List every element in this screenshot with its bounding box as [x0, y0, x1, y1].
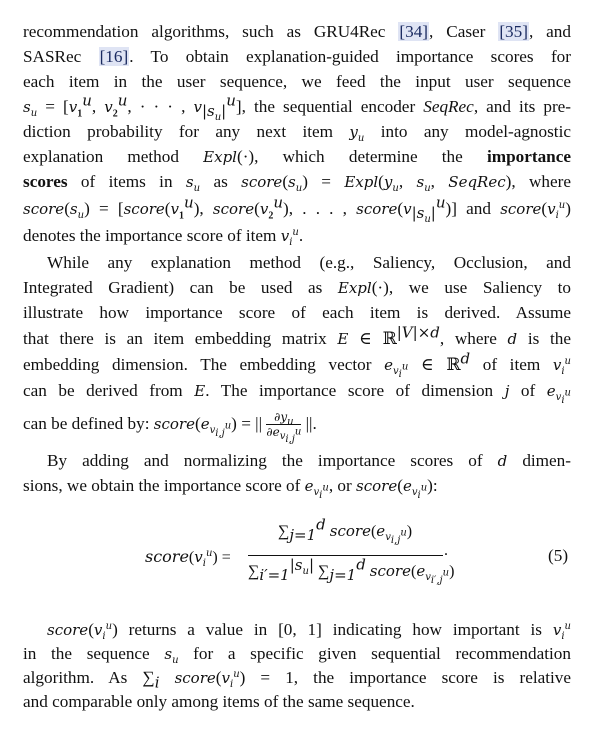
equation-lhs: score(viu) = [145, 547, 231, 569]
text-line-14: embedding dimension. The embedding vecto… [23, 349, 571, 380]
text-line-16: can be defined by: score(evi,ju) = || ∂y… [23, 410, 317, 446]
equation-period: . [444, 542, 448, 559]
text-line-5: diction probability for any next item yu… [23, 122, 571, 144]
equation-denominator: ∑i′=1|su| ∑j=1d score(evi′,ju) [248, 555, 455, 586]
text-line-20: in the sequence su for a specific given … [23, 644, 571, 666]
text-line-12: illustrate how importance score of each … [23, 303, 571, 322]
citation-link[interactable]: [16] [98, 47, 130, 66]
citation-link[interactable]: [34] [398, 22, 430, 41]
text-line-7: scores of items in su as score(su) = Exp… [23, 172, 571, 194]
text-line-15: can be derived from E. The importance sc… [23, 381, 571, 406]
text-line-22: and comparable only among items of the s… [23, 692, 415, 711]
text-line-2: SASRec [16]. To obtain explanation-guide… [23, 47, 571, 66]
text-line-3: each item in the user sequence, we feed … [23, 72, 571, 91]
text-line-1: recommendation algorithms, such as GRU4R… [23, 22, 571, 41]
text-line-17: By adding and normalizing the importance… [47, 451, 571, 470]
citation-link[interactable]: [35] [498, 22, 529, 41]
paper-page: recommendation algorithms, such as GRU4R… [0, 0, 599, 729]
text-line-18: sions, we obtain the importance score of… [23, 476, 438, 501]
text-line-19: score(viu) returns a value in [0, 1] ind… [47, 620, 571, 642]
text-line-8: score(su) = [score(v1u), score(v2u), . .… [23, 193, 571, 226]
text-line-10: While any explanation method (e.g., Sali… [47, 253, 571, 272]
text-line-6: explanation method Expl(·), which determ… [23, 147, 571, 166]
equation-5: score(viu) = ∑j=1d score(evi,ju) ∑i′=1|s… [140, 515, 560, 602]
text-line-11: Integrated Gradient) can be used as Expl… [23, 278, 571, 297]
equation-numerator: ∑j=1d score(evi,ju) [278, 515, 413, 546]
text-line-4: su = [v1u, v2u, · · · , v|su|u], the seq… [23, 91, 572, 124]
text-line-13: that there is an item embedding matrix E… [23, 323, 571, 348]
text-line-21: algorithm. As ∑i score(viu) = 1, the imp… [23, 668, 572, 692]
text-line-9: denotes the importance score of item viu… [23, 226, 304, 248]
fraction-bar [248, 555, 443, 556]
equation-number: (5) [548, 546, 569, 565]
